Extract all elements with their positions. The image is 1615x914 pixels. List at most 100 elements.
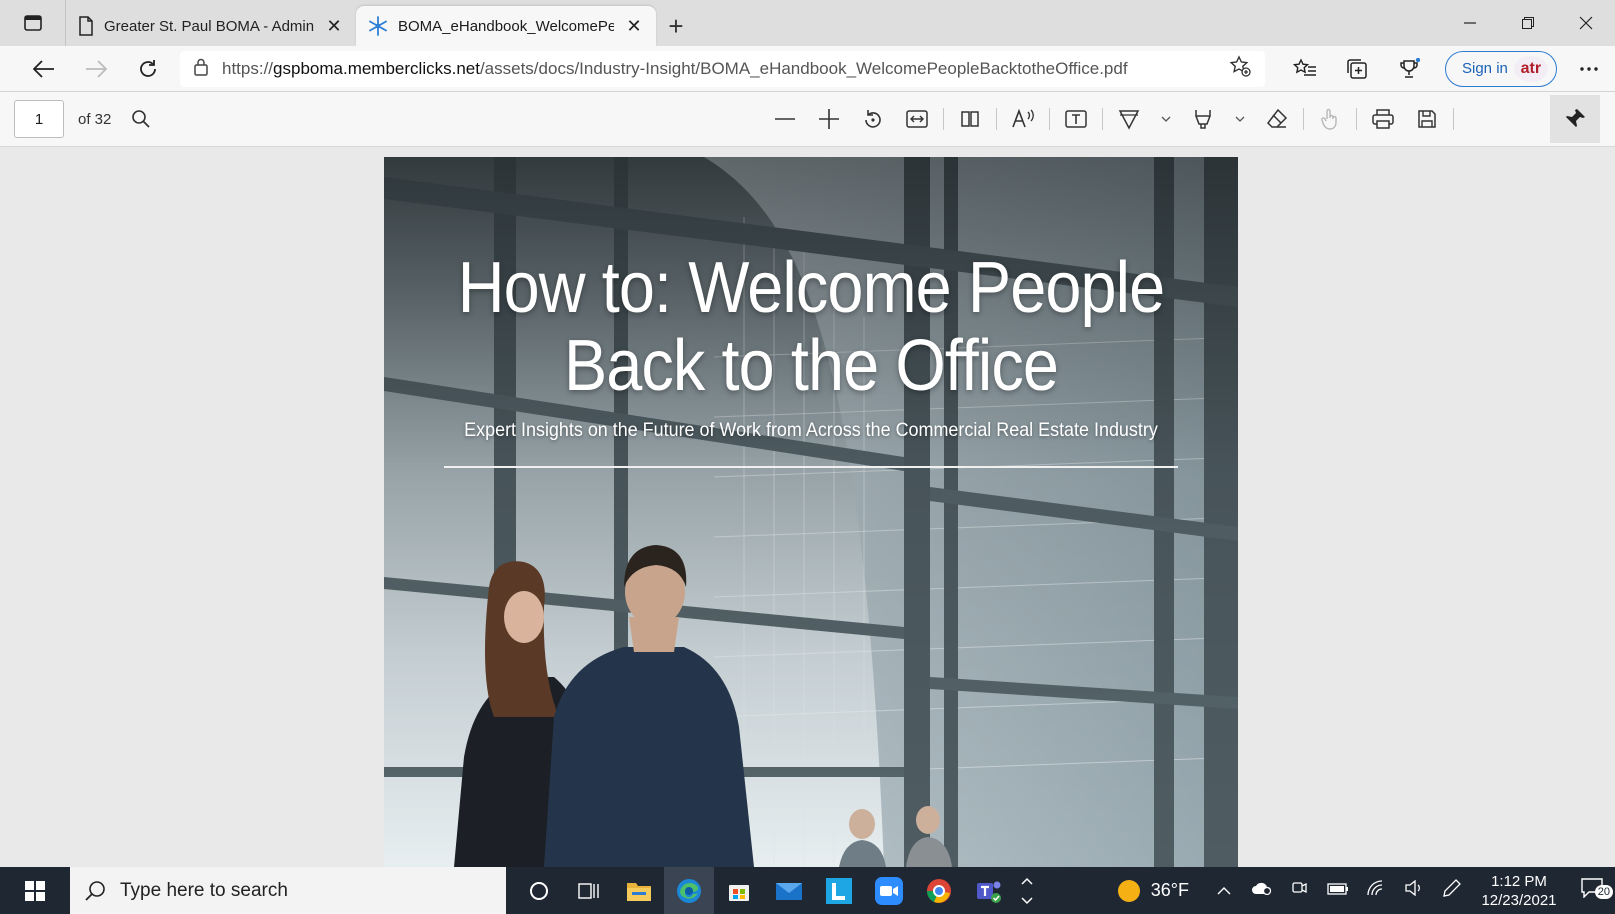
title-divider [444,466,1178,468]
taskbar: Type here to search 36°F 1:12 PM 12/23/2… [0,867,1615,914]
rotate-button[interactable] [851,99,895,139]
l-app-button[interactable] [814,867,864,914]
touch-mode-button[interactable] [1308,99,1352,139]
close-window-button[interactable] [1557,0,1615,46]
chevron-down-icon [1235,116,1245,122]
task-view-icon [578,882,599,899]
url-host: gspboma.memberclicks.net [273,58,480,78]
forward-arrow-icon [86,59,107,78]
wifi-icon[interactable] [1359,880,1393,901]
chevron-up-down-icon [1021,877,1033,904]
url-prefix: https:// [222,58,274,78]
text-box-icon [1065,110,1088,128]
pdf-viewer[interactable]: How to: Welcome People Back to the Offic… [0,147,1615,867]
print-icon [1372,109,1395,129]
taskbar-overflow-button[interactable] [1014,867,1040,914]
title-line-2: Back to the Office [563,326,1059,406]
minimize-button[interactable] [1441,0,1499,46]
document-subtitle: Expert Insights on the Future of Work fr… [464,419,1158,441]
tab-actions-button[interactable] [0,0,66,46]
add-favorite-icon[interactable] [1229,55,1251,82]
draw-options-button[interactable] [1151,99,1181,139]
highlight-button[interactable] [1181,99,1225,139]
chevron-down-icon [1161,116,1171,122]
extensions-button[interactable] [1383,49,1435,89]
restore-button[interactable] [1499,0,1557,46]
meet-now-icon[interactable] [1283,879,1317,902]
zoom-button[interactable] [864,867,914,914]
close-tab-icon[interactable]: ✕ [624,16,644,37]
pdf-toolbar: 1 of 32 [0,92,1615,147]
collections-button[interactable] [1331,49,1383,89]
tab-boma-ehandbook[interactable]: BOMA_eHandbook_WelcomePeo ✕ [356,6,656,46]
hand-icon [1321,108,1338,130]
read-aloud-icon [1012,109,1035,128]
pen-icon[interactable] [1435,879,1469,902]
onedrive-icon[interactable] [1245,881,1279,900]
close-icon [1579,16,1593,30]
rotate-icon [865,110,882,128]
pin-icon [1566,109,1585,127]
window-controls [1441,0,1615,46]
erase-button[interactable] [1255,99,1299,139]
teams-button[interactable] [964,867,1014,914]
back-button[interactable] [18,49,70,89]
cortana-icon [530,881,548,900]
find-button[interactable] [119,99,163,139]
page-view-button[interactable] [948,99,992,139]
search-icon [85,880,105,901]
divider [1303,108,1305,130]
divider [1102,108,1104,130]
more-icon [1580,66,1598,71]
read-aloud-button[interactable] [1001,99,1045,139]
refresh-icon [140,59,156,77]
tab-actions-icon [23,15,42,31]
edge-taskbar-button[interactable] [664,867,714,914]
forward-button[interactable] [70,49,122,89]
cortana-button[interactable] [514,867,564,914]
mail-button[interactable] [764,867,814,914]
taskbar-search-box[interactable]: Type here to search [70,867,506,914]
edge-icon [677,878,701,903]
start-button[interactable] [0,867,70,914]
close-tab-icon[interactable]: ✕ [324,16,344,37]
sign-in-button[interactable]: Sign in atr [1445,50,1557,87]
collections-icon [1347,58,1367,79]
battery-icon[interactable] [1321,882,1355,900]
volume-icon[interactable] [1397,879,1431,901]
notification-center-button[interactable]: 20 [1569,878,1615,903]
print-button[interactable] [1361,99,1405,139]
highlight-options-button[interactable] [1225,99,1255,139]
snowflake-icon [369,16,387,36]
minimize-icon [1464,22,1476,24]
highlight-icon [1195,110,1212,129]
back-arrow-icon [33,59,54,78]
new-tab-button[interactable]: + [656,6,696,46]
tab-greater-st-paul[interactable]: Greater St. Paul BOMA - Adminis ✕ [66,6,356,46]
clock[interactable]: 1:12 PM 12/23/2021 [1473,872,1565,910]
file-explorer-button[interactable] [614,867,664,914]
weather-temperature: 36°F [1150,880,1189,900]
divider [943,108,945,130]
eraser-icon [1267,108,1288,128]
draw-button[interactable] [1107,99,1151,139]
navigation-bar: https://gspboma.memberclicks.net/assets/… [0,46,1615,92]
address-bar[interactable]: https://gspboma.memberclicks.net/assets/… [180,50,1265,87]
save-button[interactable] [1405,99,1449,139]
zoom-in-button[interactable] [807,99,851,139]
settings-more-button[interactable] [1563,49,1615,89]
weather-widget[interactable]: 36°F [1117,879,1189,903]
task-view-button[interactable] [564,867,614,914]
zoom-out-button[interactable] [763,99,807,139]
pin-toolbar-button[interactable] [1550,95,1600,143]
sign-in-label: Sign in [1462,60,1508,77]
add-text-button[interactable] [1054,99,1098,139]
page-number-input[interactable]: 1 [14,100,64,138]
chrome-button[interactable] [914,867,964,914]
lock-icon[interactable] [194,58,208,80]
favorites-button[interactable] [1279,49,1331,89]
show-hidden-icons-icon[interactable] [1207,882,1241,900]
store-button[interactable] [714,867,764,914]
fit-to-width-button[interactable] [895,99,939,139]
refresh-button[interactable] [122,49,174,89]
